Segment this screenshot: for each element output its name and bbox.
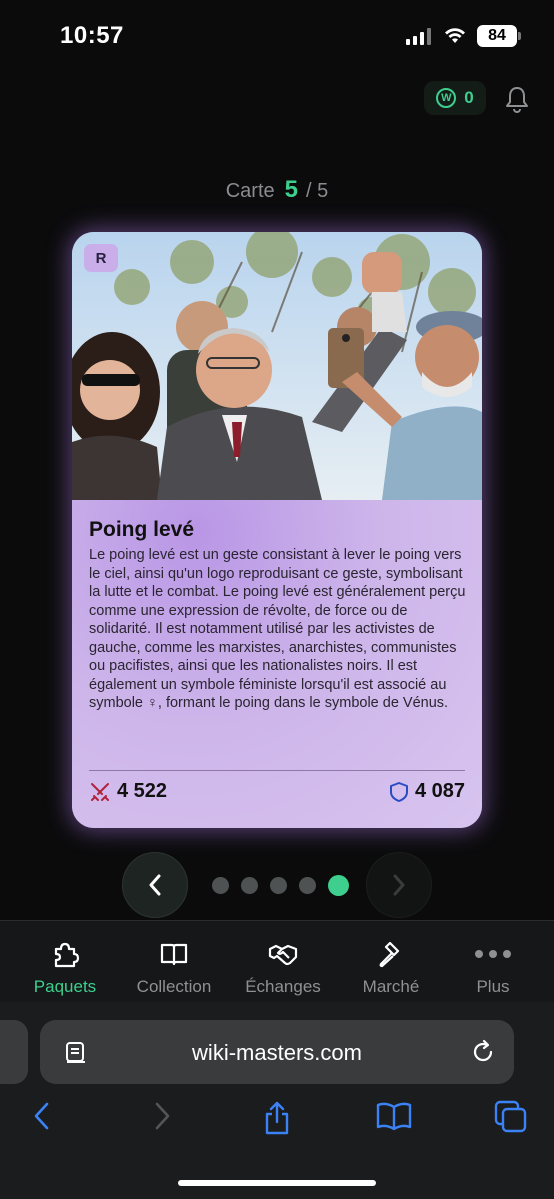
address-bar[interactable]: wiki-masters.com xyxy=(40,1020,514,1084)
nav-item-collection[interactable]: Collection xyxy=(119,939,229,997)
wifi-icon xyxy=(445,28,465,43)
cellular-signal-icon xyxy=(406,28,431,45)
nav-item-plus[interactable]: Plus xyxy=(438,939,548,997)
status-bar: 10:57 84 xyxy=(0,0,554,70)
wiki-points-count: 0 xyxy=(464,88,474,107)
rarity-badge: R xyxy=(84,244,118,272)
puzzle-icon xyxy=(54,942,80,968)
nav-label: Collection xyxy=(136,977,212,996)
browser-chrome: wiki-masters.com xyxy=(0,1002,554,1199)
url-text: wiki-masters.com xyxy=(192,1040,362,1065)
more-icon xyxy=(475,950,511,958)
card-counter-current: 5 xyxy=(284,176,298,203)
share-icon[interactable] xyxy=(262,1100,292,1136)
nav-label: Plus xyxy=(476,977,510,996)
wiki-card[interactable]: R Poing levé Le poing levé est un geste … xyxy=(72,232,482,828)
card-description: Le poing levé est un geste consistant à … xyxy=(89,547,466,711)
book-icon xyxy=(160,943,188,966)
card-counter: Carte 5 / 5 xyxy=(0,176,554,204)
forward-icon[interactable] xyxy=(150,1100,174,1132)
shield-icon xyxy=(389,781,408,802)
previous-card-button[interactable] xyxy=(122,852,188,918)
pagination-dots xyxy=(212,875,349,896)
card-counter-label: Carte xyxy=(225,180,275,202)
wiki-coin-icon: W xyxy=(436,88,457,108)
battery-indicator: 84 xyxy=(477,25,521,47)
nav-label: Marché xyxy=(362,977,420,996)
swords-icon xyxy=(91,782,109,801)
tabs-icon[interactable] xyxy=(494,1100,528,1134)
card-body: Poing levé Le poing levé est un geste co… xyxy=(72,500,482,828)
pagination-dot-active[interactable] xyxy=(328,875,349,896)
pagination-dot[interactable] xyxy=(241,877,258,894)
pagination-dot[interactable] xyxy=(299,877,316,894)
nav-item-marche[interactable]: Marché xyxy=(336,939,446,997)
defense-value: 4 087 xyxy=(414,780,465,802)
home-indicator xyxy=(178,1180,376,1186)
bottom-navigation: Paquets Collection Échanges Marché Plus xyxy=(0,920,554,1002)
wiki-points-badge[interactable]: W 0 xyxy=(424,81,486,115)
card-photo xyxy=(72,232,482,500)
nav-item-paquets[interactable]: Paquets xyxy=(10,939,120,997)
next-card-button[interactable] xyxy=(366,852,432,918)
pagination-dot[interactable] xyxy=(212,877,229,894)
card-divider xyxy=(89,770,465,771)
nav-label: Échanges xyxy=(245,977,321,996)
back-icon[interactable] xyxy=(30,1100,54,1132)
bookmarks-icon[interactable] xyxy=(376,1100,412,1132)
status-time: 10:57 xyxy=(60,22,124,49)
pagination-dot[interactable] xyxy=(270,877,287,894)
bell-icon[interactable] xyxy=(504,85,530,113)
handshake-icon xyxy=(268,944,298,966)
nav-label: Paquets xyxy=(33,977,97,996)
card-title: Poing levé xyxy=(89,518,195,541)
attack-value: 4 522 xyxy=(117,780,168,802)
defense-stat: 4 087 xyxy=(389,780,465,803)
previous-tab-stub[interactable] xyxy=(0,1020,28,1084)
chevron-left-icon xyxy=(149,874,161,896)
attack-stat: 4 522 xyxy=(89,780,167,803)
hammer-icon xyxy=(379,941,400,968)
reload-icon[interactable] xyxy=(470,1039,496,1065)
chevron-right-icon xyxy=(393,874,405,896)
nav-item-echanges[interactable]: Échanges xyxy=(228,939,338,997)
card-counter-total: / 5 xyxy=(306,180,329,202)
